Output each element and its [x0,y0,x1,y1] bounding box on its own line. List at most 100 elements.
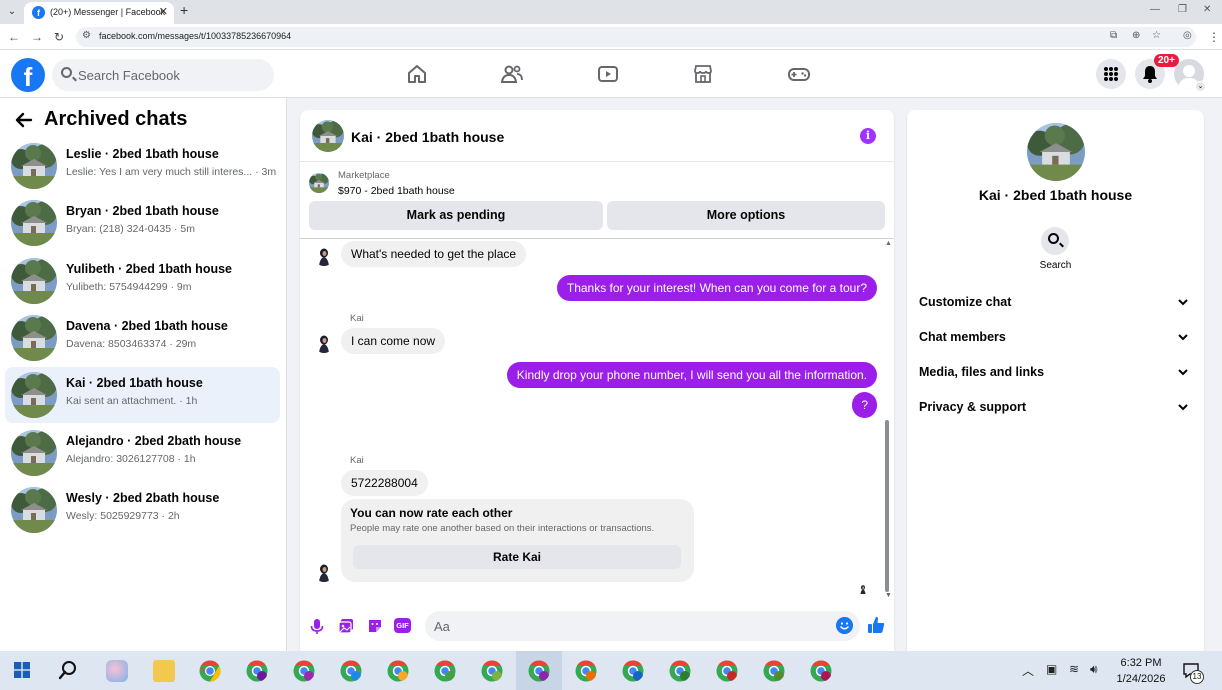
home-icon[interactable] [405,62,429,86]
section-privacy-support[interactable]: Privacy & support [919,393,1191,423]
minimize-icon[interactable]: — [1150,4,1160,15]
outgoing-message[interactable]: ? [852,392,877,418]
browser-menu-icon[interactable]: ⋮ [1208,30,1220,44]
back-arrow-icon[interactable] [14,110,34,130]
chrome-profile-icon[interactable] [340,660,362,682]
tab-search-icon[interactable]: ⌄ [4,4,20,20]
chrome-profile-icon[interactable] [434,660,456,682]
chat-item-alejandro[interactable]: Alejandro · 2bed 2bath house Alejandro: … [5,425,280,481]
meet-now-icon[interactable]: ▣ [1046,662,1057,676]
incoming-message[interactable]: I can come now [341,328,446,354]
chrome-profile-icon[interactable] [575,660,597,682]
url-text[interactable]: facebook.com/messages/t/1003378523667096… [99,31,291,41]
chrome-profile-icon[interactable] [528,660,550,682]
weather-app-icon[interactable] [106,660,128,682]
chrome-profile-icon[interactable] [810,660,832,682]
show-hidden-icons-icon[interactable]: ︿ [1022,662,1034,679]
site-info-icon[interactable]: ⚙ [82,30,91,41]
account-chevron-icon[interactable]: ⌄ [1195,81,1206,92]
rate-kai-button[interactable]: Rate Kai [353,545,681,569]
url-field[interactable]: ⚙ facebook.com/messages/t/10033785236670… [76,27,1196,47]
reload-icon[interactable]: ↻ [54,30,64,44]
sticker-icon[interactable] [366,617,384,635]
sender-avatar[interactable] [314,562,334,582]
chat-name: Yulibeth · 2bed 1bath house [66,262,232,276]
chat-item-leslie[interactable]: Leslie · 2bed 1bath house Leslie: Yes I … [5,138,280,194]
outgoing-message[interactable]: Kindly drop your phone number, I will se… [506,362,877,388]
forward-icon[interactable]: → [31,30,43,44]
scrollbar-thumb[interactable] [885,420,889,592]
chrome-profile-icon[interactable] [763,660,785,682]
mark-as-pending-button[interactable]: Mark as pending [309,201,603,230]
chrome-profile-icon[interactable] [669,660,691,682]
new-tab-icon[interactable]: + [180,2,188,18]
chrome-icon[interactable] [199,660,221,682]
chat-item-yulibeth[interactable]: Yulibeth · 2bed 1bath house Yulibeth: 57… [5,253,280,309]
chrome-profile-icon[interactable] [622,660,644,682]
outgoing-message[interactable]: Thanks for your interest! When can you c… [556,275,877,301]
section-chat-members[interactable]: Chat members [919,323,1191,353]
back-icon[interactable]: ← [8,30,20,44]
more-options-button[interactable]: More options [607,201,885,230]
scroll-down-icon[interactable]: ▼ [885,592,892,599]
message-input-container[interactable] [425,611,860,641]
emoji-icon[interactable] [836,617,853,634]
conversation-info-panel: Kai · 2bed 1bath house Search Customize … [907,110,1204,651]
photo-icon[interactable] [337,617,355,635]
install-icon[interactable]: ⧉ [1110,30,1117,41]
message-scrollbar[interactable]: ▲ ▼ [884,240,892,600]
bookmark-star-icon[interactable]: ☆ [1152,30,1161,41]
marketplace-icon[interactable] [691,62,715,86]
watch-icon[interactable] [596,62,620,86]
chrome-profile-icon[interactable] [481,660,503,682]
chrome-profile-icon[interactable] [293,660,315,682]
incoming-message[interactable]: What's needed to get the place [341,241,527,267]
chat-item-wesly[interactable]: Wesly · 2bed 2bath house Wesly: 50259297… [5,482,280,538]
section-media-files-links[interactable]: Media, files and links [919,358,1191,388]
system-clock[interactable]: 6:32 PM 1/24/2026 [1110,655,1172,687]
incoming-message[interactable]: 5722288004 [341,470,428,496]
volume-icon[interactable]: 🔊︎ [1090,662,1098,677]
gif-icon[interactable]: GIF [394,618,411,633]
chat-item-bryan[interactable]: Bryan · 2bed 1bath house Bryan: (218) 32… [5,195,280,251]
chat-preview: Wesly: 5025929773 · 2h [66,510,180,522]
close-window-icon[interactable]: ✕ [1203,4,1211,15]
facebook-search[interactable] [52,59,274,91]
message-list[interactable]: What's needed to get the place Thanks fo… [300,240,894,600]
chrome-profile-icon[interactable] [387,660,409,682]
friends-icon[interactable] [500,62,524,86]
message-input[interactable] [434,617,824,635]
conversation-profile-photo[interactable] [1027,123,1085,181]
scroll-up-icon[interactable]: ▲ [885,240,892,247]
conversation-avatar[interactable] [312,120,344,152]
section-customize-chat[interactable]: Customize chat [919,288,1191,318]
windows-start-icon[interactable] [14,662,30,678]
conversation-title[interactable]: Kai · 2bed 1bath house [351,129,504,145]
wifi-icon[interactable]: ≋ [1069,662,1079,676]
listing-title[interactable]: $970 - 2bed 1bath house [338,185,455,197]
sender-avatar[interactable] [314,246,334,266]
thumbs-up-icon[interactable] [866,615,886,635]
chat-item-kai[interactable]: Kai · 2bed 1bath house Kai sent an attac… [5,367,280,423]
search-input[interactable] [78,66,258,84]
sender-avatar[interactable] [314,333,334,353]
file-explorer-icon[interactable] [153,660,175,682]
zoom-icon[interactable]: ⊕ [1132,30,1140,41]
chrome-profile-icon[interactable] [246,660,268,682]
profile-icon[interactable]: ◎ [1183,30,1192,41]
chat-item-davena[interactable]: Davena · 2bed 1bath house Davena: 850346… [5,310,280,366]
chrome-profile-icon[interactable] [716,660,738,682]
browser-tab[interactable]: f (20+) Messenger | Facebook ✕ [24,2,174,24]
microphone-icon[interactable] [308,617,326,635]
house-avatar [11,430,57,476]
taskbar-search-icon[interactable] [58,660,78,680]
search-in-conversation-button[interactable] [1041,227,1069,255]
menu-grid-button[interactable] [1096,59,1126,89]
info-icon[interactable]: i [860,128,876,144]
gaming-icon[interactable] [787,62,811,86]
house-avatar [11,200,57,246]
listing-thumbnail[interactable] [309,173,329,193]
restore-icon[interactable]: ❐ [1178,4,1187,15]
facebook-logo-icon[interactable]: f [11,58,45,92]
close-tab-icon[interactable]: ✕ [159,5,168,18]
